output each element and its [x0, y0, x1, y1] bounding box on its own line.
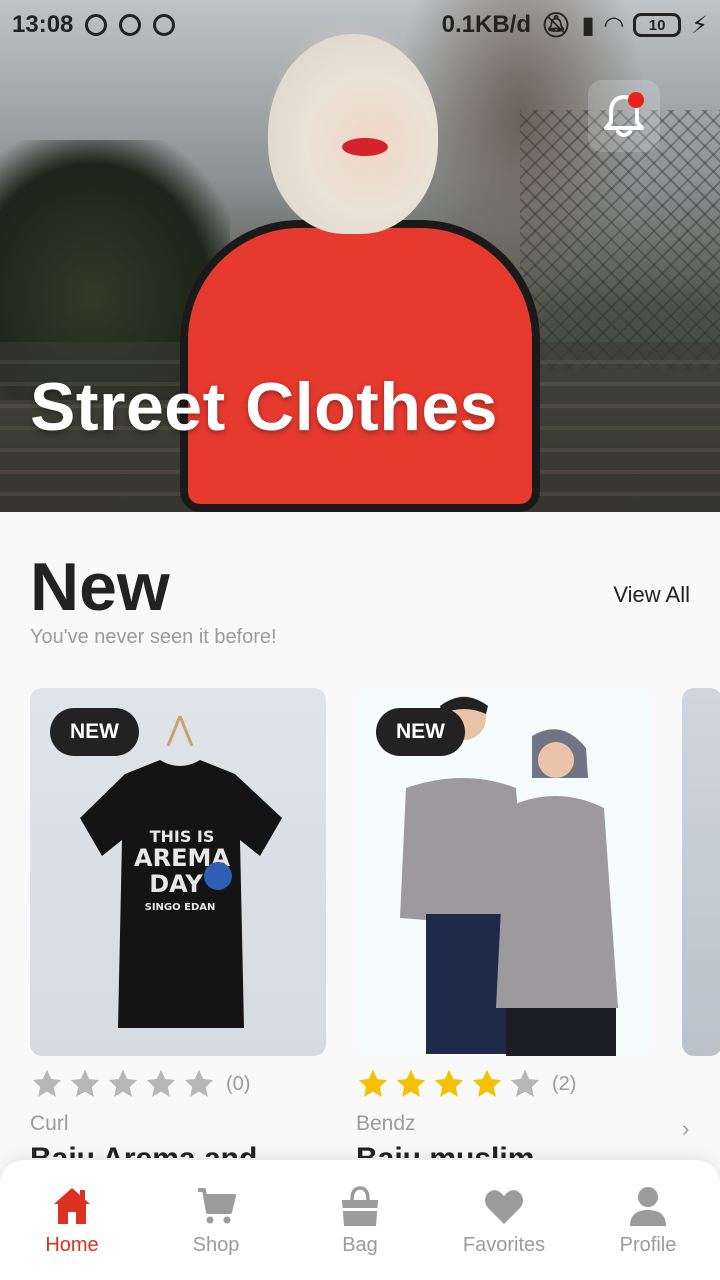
wifi-icon: ◠	[604, 11, 624, 39]
star-filled-icon	[396, 1069, 426, 1097]
model-head	[268, 34, 438, 234]
product-name[interactable]: Baju muslim	[356, 1142, 652, 1158]
robot-icon	[119, 14, 142, 36]
signal-icon: ▮	[581, 11, 595, 39]
hero-title: Street Clothes	[30, 369, 498, 445]
partial-chevron: ›	[682, 1116, 690, 1141]
product-brand: Bendz	[356, 1112, 416, 1135]
nav-item-favorites[interactable]: Favorites	[432, 1160, 576, 1280]
heart-icon	[485, 1189, 523, 1224]
battery-icon: 10	[633, 13, 682, 37]
nav-label-shop: Shop	[192, 1233, 240, 1256]
new-badge: NEW	[50, 708, 139, 756]
view-all-link[interactable]: View All	[613, 582, 690, 608]
notification-dot	[628, 92, 644, 108]
model-shirt	[180, 220, 540, 512]
star-empty-icon	[70, 1069, 100, 1097]
star-filled-icon	[358, 1069, 388, 1097]
nav-item-profile[interactable]: Profile	[576, 1160, 720, 1280]
bag-icon	[342, 1185, 378, 1226]
status-time: 13:08	[12, 11, 74, 38]
status-notification-icons	[85, 14, 176, 36]
star-empty-icon	[146, 1069, 176, 1097]
trash-icon	[153, 14, 176, 36]
rating-stars: (2)	[356, 1066, 652, 1102]
mute-icon: 🔕︎	[540, 11, 572, 39]
rating-stars: (0)	[30, 1066, 326, 1102]
nav-label-bag: Bag	[342, 1233, 378, 1256]
nav-item-home[interactable]: Home	[0, 1160, 144, 1280]
model-lips	[342, 138, 388, 156]
person-icon	[630, 1186, 666, 1226]
product-carousel[interactable]: THIS IS AREMA DAY SINGO EDAN NEW (0) Cur…	[30, 688, 720, 1158]
charging-icon: ⚡︎	[691, 11, 708, 39]
nav-label-favorites: Favorites	[462, 1233, 546, 1256]
battery-level: 10	[648, 16, 666, 34]
whatsapp-icon	[85, 14, 108, 36]
star-empty-icon	[32, 1069, 62, 1097]
section-subtitle: You've never seen it before!	[30, 626, 277, 648]
product-name[interactable]: Baju Arema and	[30, 1142, 326, 1158]
product-brand: Curl	[30, 1112, 69, 1135]
status-right: 0.1KB/d 🔕︎ ▮ ◠ 10 ⚡︎	[442, 11, 708, 40]
hero-banner[interactable]: 13:08 0.1KB/d 🔕︎ ▮ ◠ 10 ⚡︎ Street Clothe…	[0, 0, 720, 512]
product-image[interactable]: NEW	[356, 688, 652, 1056]
bottom-navigation: Home Shop Bag Favorites Profile	[0, 1160, 720, 1280]
new-badge: NEW	[376, 708, 465, 756]
net-speed: 0.1KB/d	[441, 11, 531, 38]
star-empty-icon	[184, 1069, 214, 1097]
star-empty-icon	[510, 1069, 540, 1097]
nav-item-bag[interactable]: Bag	[288, 1160, 432, 1280]
rating-count: (0)	[226, 1072, 251, 1095]
home-icon	[54, 1187, 90, 1224]
new-section-header: New You've never seen it before! View Al…	[30, 548, 690, 658]
rating-count: (2)	[552, 1072, 577, 1095]
status-bar: 13:08 0.1KB/d 🔕︎ ▮ ◠ 10 ⚡︎	[0, 0, 720, 50]
product-image[interactable]: THIS IS AREMA DAY SINGO EDAN NEW	[30, 688, 326, 1056]
nav-item-shop[interactable]: Shop	[144, 1160, 288, 1280]
svg-text:DAY: DAY	[149, 870, 203, 898]
product-card[interactable]: THIS IS AREMA DAY SINGO EDAN NEW (0) Cur…	[30, 688, 326, 1158]
nav-label-home: Home	[45, 1233, 99, 1256]
star-filled-icon	[434, 1069, 464, 1097]
product-card[interactable]: NEW (2) Bendz Baju muslim	[356, 688, 652, 1158]
section-title: New	[30, 549, 170, 625]
star-filled-icon	[472, 1069, 502, 1097]
star-empty-icon	[108, 1069, 138, 1097]
cart-icon	[198, 1187, 236, 1223]
notifications-button[interactable]	[588, 80, 660, 152]
nav-label-profile: Profile	[619, 1233, 677, 1256]
partial-product-card[interactable]	[682, 688, 720, 1056]
svg-text:SINGO EDAN: SINGO EDAN	[145, 902, 216, 913]
